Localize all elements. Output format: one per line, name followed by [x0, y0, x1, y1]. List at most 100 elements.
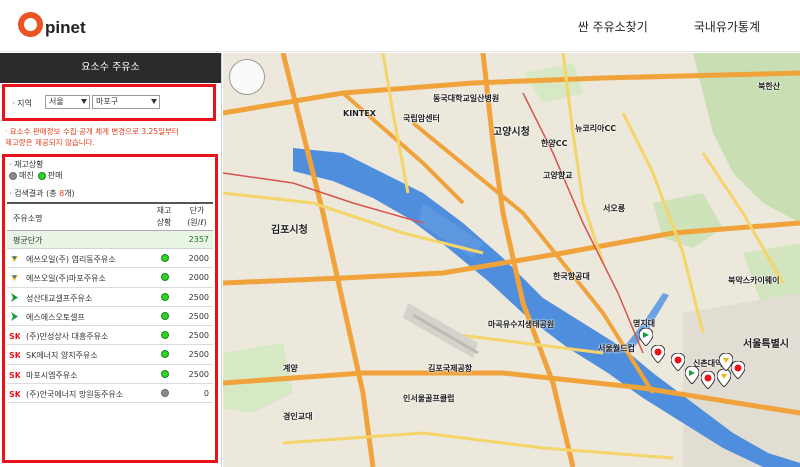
station-name[interactable]: 에쓰오일(주)마포주유소 — [26, 273, 106, 284]
station-price: 2500 — [188, 350, 209, 360]
map-label-gaeyang: 계양 — [283, 364, 298, 373]
station-name[interactable]: 에쓰오일(주) 염리동주유소 — [26, 254, 116, 265]
col-name: 주유소명 — [13, 214, 43, 223]
station-name[interactable]: 에스에스오토셀프 — [26, 312, 85, 323]
map-label-airport-2: 인서울골프클럽 — [403, 394, 455, 403]
map-label-gaon: 고양향교 — [543, 171, 573, 180]
logo-o-icon — [18, 12, 43, 37]
notice-line-2: 제고량은 제공되지 않습니다. — [5, 138, 95, 147]
map-marker-sk-energy-icon[interactable] — [701, 371, 715, 389]
sk-energy-icon: SK — [9, 349, 22, 360]
sale-dot-icon — [161, 331, 169, 340]
nav-domestic-price-stats[interactable]: 국내유가통계 — [694, 18, 760, 35]
station-price: 2500 — [188, 331, 209, 341]
map-label-gimpo: 김포시청 — [271, 225, 308, 236]
map-label-seooreung: 서오릉 — [603, 204, 626, 213]
station-list: 에쓰오일(주) 염리동주유소 2000 에쓰오일(주)마포주유소 2000 성산대교셀프… — [7, 249, 213, 404]
opinet-logo[interactable]: pinet — [18, 12, 86, 37]
station-name[interactable]: 마포시엠주유소 — [26, 370, 78, 381]
map-marker-gs-caltex-icon[interactable] — [639, 328, 653, 346]
col-price-2: (원/ℓ) — [187, 218, 207, 227]
table-header: 주유소명 재고 상황 단가 (원/ℓ) — [7, 202, 213, 231]
result-prefix: · 검색결과 (총 — [9, 189, 60, 198]
map-marker-s-oil-icon[interactable] — [719, 353, 733, 371]
city-select[interactable]: 서울 — [45, 95, 90, 109]
top-nav: 싼 주유소찾기 국내유가통계 — [578, 18, 760, 35]
s-oil-icon — [9, 272, 20, 284]
table-row[interactable]: SK (주)안국에너지 망원동주유소 0 — [7, 384, 213, 404]
legend-sale: 판매 — [47, 171, 63, 180]
map-label-gimpo-airport: 김포국제공항 — [428, 364, 473, 373]
station-name[interactable]: (주)안국에너지 망원동주유소 — [26, 389, 123, 400]
map-marker-sk-energy-icon[interactable] — [671, 353, 685, 371]
col-price-1: 단가 — [189, 206, 205, 215]
sale-dot-icon — [161, 254, 169, 262]
table-row[interactable]: 성산대교셀프주유소 2500 — [7, 288, 213, 307]
col-stock-1: 재고 — [156, 206, 172, 215]
table-row[interactable]: SK 마포시엠주유소 2500 — [7, 365, 213, 385]
stock-status-title: · 재고상황 — [9, 160, 44, 169]
map-view[interactable]: 고양시청 김포시청 김포국제공항 서울특별시 KINTEX 고양향교 북한산 인… — [223, 53, 800, 467]
station-name[interactable]: (주)만성상사 대흥주유소 — [26, 331, 108, 342]
station-name[interactable]: SK에너지 양지주유소 — [26, 350, 98, 361]
sale-dot-icon — [161, 273, 169, 282]
svg-text:SK: SK — [9, 332, 20, 341]
district-select-value: 마포구 — [96, 97, 119, 106]
stock-legend: 매진 판매 — [9, 170, 62, 181]
gs-caltex-icon — [9, 311, 20, 322]
col-stock-2: 상황 — [156, 218, 172, 227]
table-row[interactable]: 에스에스오토셀프 2500 — [7, 307, 213, 327]
sk-energy-icon: SK — [9, 330, 22, 341]
station-price: 2500 — [188, 292, 209, 302]
station-price: 2500 — [188, 369, 209, 379]
map-label-bukahn-skyway: 북악스카이웨이 — [728, 276, 780, 285]
result-suffix: 개) — [64, 189, 75, 198]
station-price: 0 — [203, 389, 209, 399]
soldout-dot-icon — [161, 389, 169, 398]
map-label-nuri: 뉴코리아CC — [575, 124, 617, 133]
soldout-dot-icon — [9, 171, 17, 180]
district-select[interactable]: 마포구 — [92, 95, 160, 109]
station-price: 2500 — [188, 311, 209, 321]
notice-text: · 요소수 판매정보 수집·공개 체계 변경으로 3.25일부터 제고량은 제공… — [5, 126, 215, 148]
sale-dot-icon — [161, 369, 169, 378]
result-count: · 검색결과 (총 8개) — [9, 188, 75, 199]
map-marker-s-oil-icon[interactable] — [717, 369, 731, 387]
avg-label: 평균단가 — [13, 236, 43, 245]
table-row[interactable]: SK (주)만성상사 대흥주유소 2500 — [7, 326, 213, 346]
station-price: 2000 — [188, 273, 209, 283]
map-label-goyang: 고양시청 — [493, 127, 530, 138]
map-label-mapo: 마곡유수지생태공원 — [488, 320, 555, 329]
region-selector: · 지역 서울 마포구 — [2, 84, 216, 121]
result-panel: · 재고상황 매진 판매 · 검색결과 (총 8개) 주유소명 재고 상황 단가… — [2, 154, 218, 463]
top-bar: pinet 싼 주유소찾기 국내유가통계 — [0, 0, 800, 52]
sk-energy-icon: SK — [9, 369, 22, 380]
svg-text:SK: SK — [9, 351, 20, 360]
station-name[interactable]: 성산대교셀프주유소 — [26, 293, 92, 304]
map-marker-sk-energy-icon[interactable] — [651, 345, 665, 363]
map-label-seoulworld: 서울월드컵 — [598, 344, 635, 353]
map-marker-gs-caltex-icon[interactable] — [685, 366, 699, 384]
gs-caltex-icon — [9, 292, 20, 303]
nav-cheap-station[interactable]: 싼 주유소찾기 — [578, 18, 648, 35]
avg-price: 2357 — [188, 235, 209, 244]
map-label-bukhansan: 북한산 — [758, 82, 781, 91]
svg-text:SK: SK — [9, 371, 20, 380]
average-price-row: 평균단가 2357 — [7, 231, 213, 249]
s-oil-icon — [9, 253, 20, 264]
table-row[interactable]: 에쓰오일(주) 염리동주유소 2000 — [7, 249, 213, 269]
sale-dot-icon — [161, 311, 169, 320]
legend-soldout: 매진 — [19, 171, 34, 180]
map-marker-sk-energy-icon[interactable] — [731, 361, 745, 379]
map-label-seoul: 서울특별시 — [743, 339, 789, 350]
chevron-down-icon — [151, 99, 157, 104]
city-select-value: 서울 — [49, 97, 64, 106]
table-row[interactable]: SK SK에너지 양지주유소 2500 — [7, 345, 213, 365]
chevron-down-icon — [81, 99, 87, 104]
map-label-gyeongin: 경인교대 — [283, 412, 313, 421]
station-price: 2000 — [188, 254, 209, 263]
sale-dot-icon — [37, 171, 46, 180]
map-pan-control[interactable] — [229, 59, 265, 95]
table-row[interactable]: 에쓰오일(주)마포주유소 2000 — [7, 268, 213, 288]
notice-line-1: · 요소수 판매정보 수집·공개 체계 변경으로 3.25일부터 — [5, 127, 179, 136]
